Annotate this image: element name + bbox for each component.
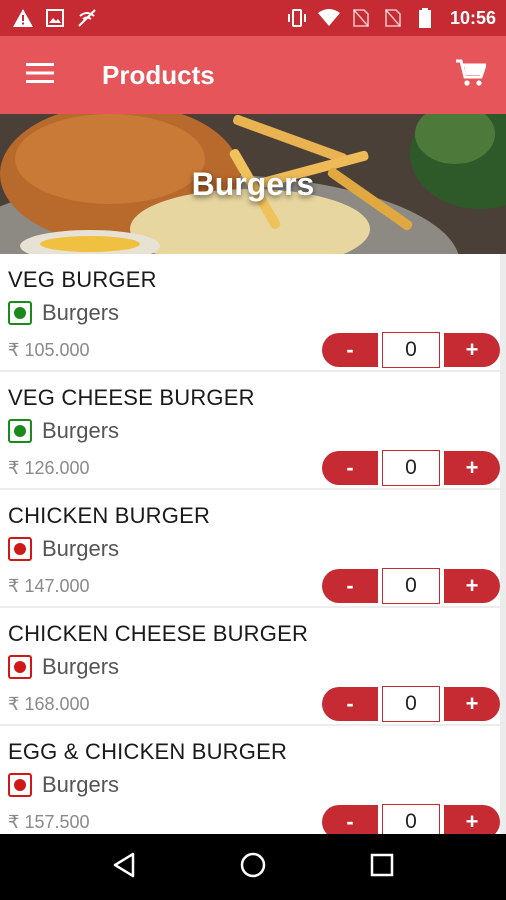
quantity-stepper: - 0 + bbox=[322, 450, 500, 486]
increase-qty-button[interactable]: + bbox=[444, 451, 500, 485]
veg-indicator-icon bbox=[8, 419, 32, 443]
warning-icon bbox=[12, 8, 34, 28]
quantity-value[interactable]: 0 bbox=[382, 568, 440, 604]
quantity-value[interactable]: 0 bbox=[382, 450, 440, 486]
image-icon bbox=[44, 8, 66, 28]
list-item[interactable]: VEG CHEESE BURGER Burgers ₹ 126.000 - 0 … bbox=[0, 372, 500, 488]
product-category: Burgers bbox=[8, 772, 119, 798]
product-price: ₹ 157.500 bbox=[8, 812, 90, 832]
product-name: CHICKEN BURGER bbox=[8, 503, 211, 528]
nav-back-button[interactable] bbox=[94, 837, 154, 897]
quantity-stepper: - 0 + bbox=[322, 686, 500, 722]
list-item[interactable]: VEG BURGER Burgers ₹ 105.000 - 0 + bbox=[0, 254, 500, 370]
product-category: Burgers bbox=[8, 654, 119, 680]
product-category: Burgers bbox=[8, 418, 119, 444]
product-name: CHICKEN CHEESE BURGER bbox=[8, 621, 309, 646]
veg-indicator-icon bbox=[8, 301, 32, 325]
list-item[interactable]: CHICKEN BURGER Burgers ₹ 147.000 - 0 + bbox=[0, 490, 500, 606]
app-bar: Products bbox=[0, 36, 506, 114]
product-category: Burgers bbox=[8, 536, 119, 562]
non-veg-indicator-icon bbox=[8, 773, 32, 797]
list-item[interactable]: EGG & CHICKEN BURGER Burgers ₹ 157.500 -… bbox=[0, 726, 500, 834]
shopping-cart-icon bbox=[456, 59, 488, 92]
product-category: Burgers bbox=[8, 300, 119, 326]
battery-icon bbox=[414, 8, 436, 28]
product-name: EGG & CHICKEN BURGER bbox=[8, 739, 288, 764]
decrease-qty-button[interactable]: - bbox=[322, 569, 378, 603]
product-price: ₹ 126.000 bbox=[8, 458, 90, 478]
product-price: ₹ 105.000 bbox=[8, 340, 90, 360]
category-label: Burgers bbox=[42, 654, 120, 679]
quantity-stepper: - 0 + bbox=[322, 332, 500, 368]
category-label: Burgers bbox=[42, 300, 120, 325]
increase-qty-button[interactable]: + bbox=[444, 569, 500, 603]
list-item[interactable]: CHICKEN CHEESE BURGER Burgers ₹ 168.000 … bbox=[0, 608, 500, 724]
non-veg-indicator-icon bbox=[8, 655, 32, 679]
vibrate-icon bbox=[286, 8, 308, 28]
category-label: Burgers bbox=[42, 536, 120, 561]
home-icon bbox=[239, 851, 267, 884]
quantity-value[interactable]: 0 bbox=[382, 686, 440, 722]
increase-qty-button[interactable]: + bbox=[444, 805, 500, 834]
hamburger-menu-icon bbox=[26, 62, 54, 88]
menu-button[interactable] bbox=[0, 36, 80, 114]
status-time: 10:56 bbox=[449, 7, 496, 28]
no-sim-icon bbox=[382, 8, 404, 28]
status-system: 10:56 bbox=[286, 8, 496, 29]
non-veg-indicator-icon bbox=[8, 537, 32, 561]
nav-recents-button[interactable] bbox=[352, 837, 412, 897]
no-wifi-call-icon bbox=[76, 8, 98, 28]
decrease-qty-button[interactable]: - bbox=[322, 805, 378, 834]
status-bar: 10:56 bbox=[0, 0, 506, 36]
wifi-icon bbox=[317, 8, 340, 28]
recents-icon bbox=[370, 853, 394, 882]
product-name: VEG CHEESE BURGER bbox=[8, 385, 255, 410]
decrease-qty-button[interactable]: - bbox=[322, 333, 378, 367]
decrease-qty-button[interactable]: - bbox=[322, 687, 378, 721]
page-title: Products bbox=[102, 59, 215, 90]
nav-home-button[interactable] bbox=[223, 837, 283, 897]
quantity-stepper: - 0 + bbox=[322, 804, 500, 834]
quantity-value[interactable]: 0 bbox=[382, 804, 440, 834]
category-label: Burgers bbox=[42, 418, 120, 443]
increase-qty-button[interactable]: + bbox=[444, 687, 500, 721]
category-banner: Burgers bbox=[0, 114, 506, 254]
system-nav-bar bbox=[0, 834, 506, 900]
product-name: VEG BURGER bbox=[8, 267, 157, 292]
product-list: VEG BURGER Burgers ₹ 105.000 - 0 + VEG C… bbox=[0, 254, 506, 834]
banner-title: Burgers bbox=[191, 165, 315, 202]
decrease-qty-button[interactable]: - bbox=[322, 451, 378, 485]
quantity-stepper: - 0 + bbox=[322, 568, 500, 604]
increase-qty-button[interactable]: + bbox=[444, 333, 500, 367]
cart-button[interactable] bbox=[436, 36, 506, 114]
category-label: Burgers bbox=[42, 772, 120, 797]
quantity-value[interactable]: 0 bbox=[382, 332, 440, 368]
status-notifications bbox=[12, 8, 98, 28]
back-icon bbox=[112, 852, 136, 883]
product-price: ₹ 147.000 bbox=[8, 576, 90, 596]
product-price: ₹ 168.000 bbox=[8, 694, 90, 714]
no-sim-icon bbox=[350, 8, 372, 28]
